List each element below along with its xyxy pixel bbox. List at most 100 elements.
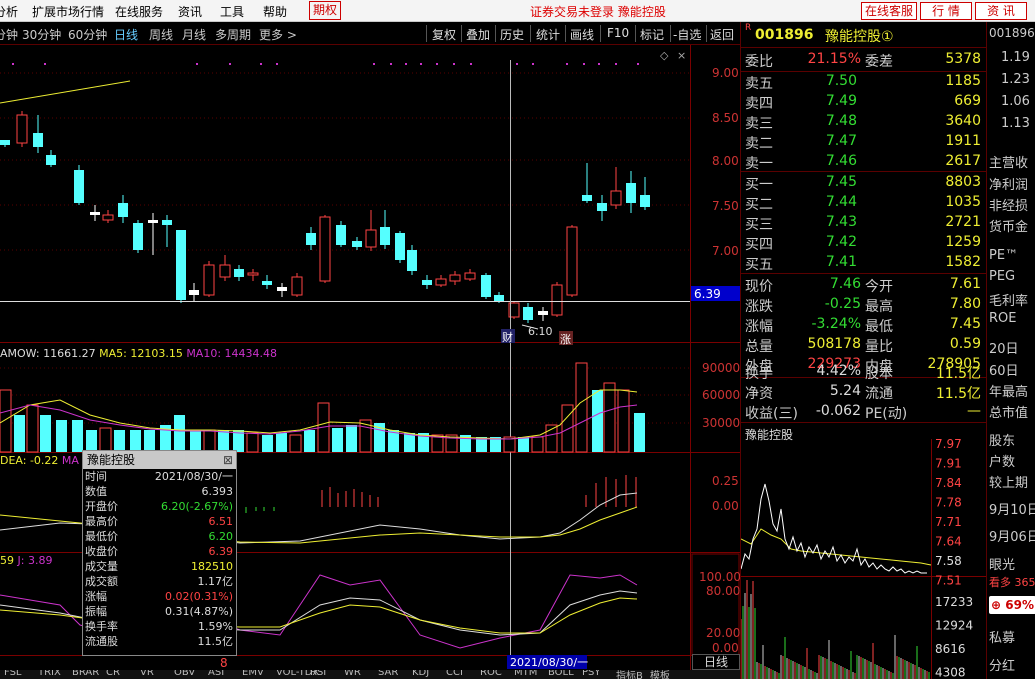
ask-level-row[interactable]: 卖一 7.46 2617 xyxy=(741,152,987,172)
period-60min[interactable]: 60分钟 xyxy=(68,26,107,43)
period-1min[interactable]: 分钟 xyxy=(0,26,18,43)
edge-tail-label[interactable]: 分红 xyxy=(989,655,1015,674)
edge-label[interactable]: 股东 xyxy=(989,430,1015,449)
ask-level-row[interactable]: 卖二 7.47 1911 xyxy=(741,132,987,152)
candle-body[interactable] xyxy=(494,295,504,301)
add-favorite-button[interactable]: -自选 xyxy=(673,26,701,43)
edge-label[interactable]: 毛利率 xyxy=(989,290,1028,309)
menu-extended-market[interactable]: 扩展市场行情 xyxy=(32,3,104,20)
edge-tail-label[interactable]: 私募 xyxy=(989,627,1015,646)
indicator-tab[interactable]: MTM xyxy=(514,670,537,678)
candle-body[interactable] xyxy=(234,269,244,277)
candle-body[interactable] xyxy=(189,290,199,295)
candle-body[interactable] xyxy=(262,281,272,285)
menu-analysis[interactable]: 分析 xyxy=(0,3,18,20)
candle-info-tooltip[interactable]: 豫能控股 ⊠ 时间 2021/08/30/一 数值 6.393 开盘价 6.20(-2.6… xyxy=(82,450,237,656)
bid-level-row[interactable]: 买三 7.43 2721 xyxy=(741,213,987,233)
news-button[interactable]: 资 讯 xyxy=(975,2,1027,20)
indicator-tab[interactable]: BRAR xyxy=(72,670,99,678)
candle-body[interactable] xyxy=(74,170,84,203)
edge-label[interactable]: PEG xyxy=(989,269,1015,284)
candle-body[interactable] xyxy=(16,114,28,144)
stock-name[interactable]: 豫能控股① xyxy=(825,26,894,46)
statistics-button[interactable]: 统计 xyxy=(536,26,560,43)
candle-body[interactable] xyxy=(435,278,447,286)
online-support-button[interactable]: 在线客服 xyxy=(861,2,917,20)
edge-label[interactable]: 20日 xyxy=(989,338,1019,357)
bid-level-row[interactable]: 买二 7.44 1035 xyxy=(741,193,987,213)
ask-level-row[interactable]: 卖三 7.48 3640 xyxy=(741,112,987,132)
overlay-button[interactable]: 叠加 xyxy=(466,26,490,43)
candle-body[interactable] xyxy=(407,250,417,271)
indicator-tab[interactable]: ROC xyxy=(480,670,502,678)
edge-label[interactable]: 户数 xyxy=(989,451,1015,470)
candle-body[interactable] xyxy=(551,284,563,316)
candle-body[interactable] xyxy=(277,287,287,291)
indicator-tab[interactable]: PSY xyxy=(582,670,601,678)
candle-body[interactable] xyxy=(566,226,578,296)
indicator-tab[interactable]: BOLL xyxy=(548,670,574,678)
indicator-tab[interactable]: EMV xyxy=(242,670,264,678)
f10-button[interactable]: F10 xyxy=(607,26,629,40)
edge-label[interactable]: 总市值 xyxy=(989,402,1028,421)
candle-body[interactable] xyxy=(33,133,43,147)
indicator-tab[interactable]: WR xyxy=(344,670,361,678)
market-button[interactable]: 行 情 xyxy=(920,2,972,20)
menu-online-service[interactable]: 在线服务 xyxy=(115,3,163,20)
period-monthly[interactable]: 月线 xyxy=(182,26,206,43)
cai-badge[interactable]: 财 xyxy=(502,330,513,344)
candle-body[interactable] xyxy=(0,140,10,145)
indicator-tab[interactable]: 模板 xyxy=(650,670,670,679)
bid-level-row[interactable]: 买五 7.41 1582 xyxy=(741,253,987,273)
candle-body[interactable] xyxy=(148,220,158,223)
candle-body[interactable] xyxy=(464,272,476,280)
edge-label[interactable]: 年最高 xyxy=(989,381,1028,400)
indicator-tab[interactable]: CCI xyxy=(446,670,463,678)
edge-label[interactable]: 9月10日 xyxy=(989,499,1035,518)
indicator-tab[interactable]: FSL xyxy=(4,670,22,678)
daily-period-label[interactable]: 日线 xyxy=(692,654,740,670)
period-more[interactable]: 更多 > xyxy=(259,26,297,43)
indicator-tab[interactable]: KDJ xyxy=(412,670,429,678)
collapse-icon[interactable]: ◇ xyxy=(660,49,669,62)
indicator-tab[interactable]: SAR xyxy=(378,670,398,678)
candle-body[interactable] xyxy=(291,276,303,296)
bid-level-row[interactable]: 买四 7.42 1259 xyxy=(741,233,987,253)
candle-body[interactable] xyxy=(176,230,186,300)
candle-body[interactable] xyxy=(380,227,390,245)
bid-level-row[interactable]: 买一 7.45 8803 xyxy=(741,173,987,193)
zhang-badge[interactable]: 涨 xyxy=(560,333,571,346)
edge-label[interactable]: 货币金 xyxy=(989,216,1028,235)
edge-label[interactable]: 60日 xyxy=(989,360,1019,379)
ask-level-row[interactable]: 卖四 7.49 669 xyxy=(741,92,987,112)
candle-body[interactable] xyxy=(640,195,650,207)
edge-label[interactable]: PE™ xyxy=(989,248,1018,263)
close-panel-icon[interactable]: × xyxy=(677,49,686,62)
indicator-tab[interactable]: TRIX xyxy=(38,670,61,678)
indicator-tab[interactable]: VR xyxy=(140,670,154,678)
menu-news[interactable]: 资讯 xyxy=(178,3,202,20)
history-button[interactable]: 历史 xyxy=(500,26,524,43)
bullish-percentage[interactable]: ⊕ 69% xyxy=(989,596,1035,614)
edge-label[interactable]: 主营收 xyxy=(989,152,1028,171)
candle-body[interactable] xyxy=(306,233,316,245)
edge-label[interactable]: ROE xyxy=(989,311,1016,326)
indicator-tab[interactable]: CR xyxy=(106,670,120,678)
draw-line-button[interactable]: 画线 xyxy=(570,26,594,43)
candle-body[interactable] xyxy=(610,190,622,206)
indicator-tab[interactable]: OBV xyxy=(174,670,195,678)
edge-label[interactable]: 净利润 xyxy=(989,174,1028,193)
candle-body[interactable] xyxy=(365,229,377,248)
edge-label[interactable]: 看多 365 xyxy=(989,574,1035,590)
menu-tools[interactable]: 工具 xyxy=(220,3,244,20)
candle-body[interactable] xyxy=(102,214,114,221)
candle-body[interactable] xyxy=(626,183,636,203)
edge-label[interactable]: 9月06日 xyxy=(989,526,1035,545)
indicator-tab[interactable]: ASI xyxy=(208,670,224,678)
candle-body[interactable] xyxy=(219,264,231,278)
period-30min[interactable]: 30分钟 xyxy=(22,26,61,43)
edge-label[interactable]: 较上期 xyxy=(989,472,1028,491)
menu-help[interactable]: 帮助 xyxy=(263,3,287,20)
mark-button[interactable]: 标记 xyxy=(640,26,664,43)
candle-body[interactable] xyxy=(247,272,259,276)
